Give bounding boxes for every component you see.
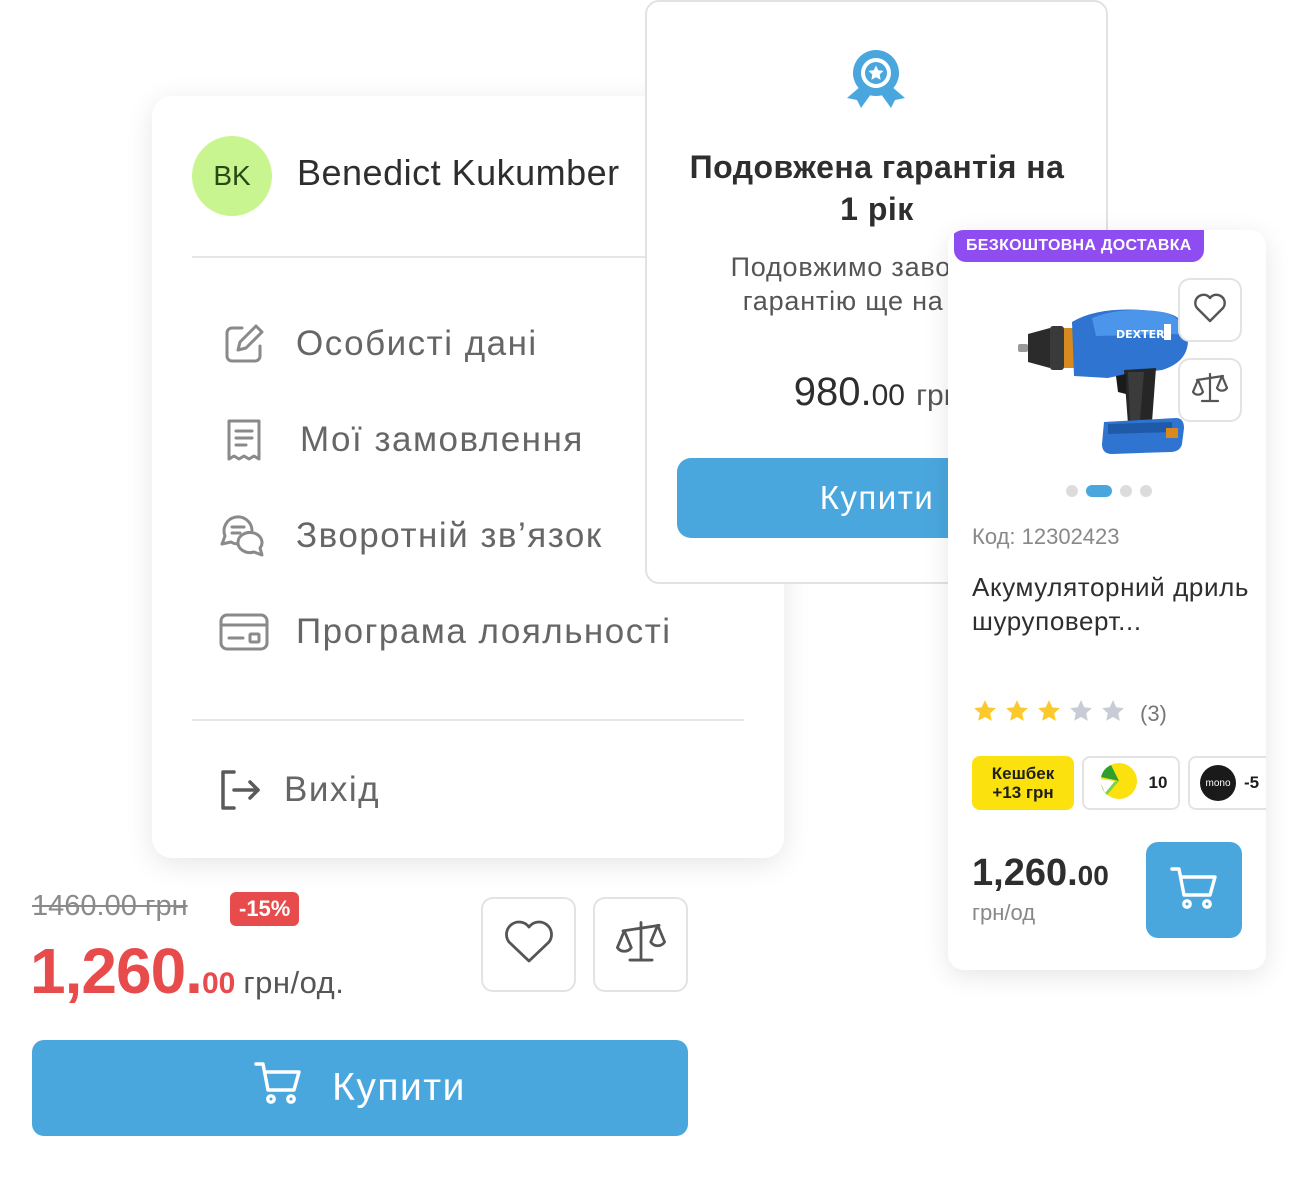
buy-button[interactable]: Купити [32, 1040, 688, 1136]
star-icon [972, 698, 998, 729]
product-code: Код: 12302423 [972, 524, 1120, 549]
product-title[interactable]: Акумуляторний дриль шуруповерт... [972, 570, 1252, 638]
menu-item-label: Зворотній зв’язок [296, 516, 603, 555]
installments-badge[interactable]: 10 [1082, 756, 1180, 810]
logout-icon [214, 764, 266, 816]
menu-item-personal-data[interactable]: Особисті дані [218, 316, 538, 372]
cart-icon [1170, 866, 1218, 915]
mono-logo: mono [1200, 765, 1236, 801]
warranty-price-cents: 00 [871, 379, 905, 412]
current-price-cents: 00 [201, 967, 236, 1000]
add-to-cart-button[interactable] [1146, 842, 1242, 938]
free-delivery-badge: БЕЗКОШТОВНА ДОСТАВКА [954, 230, 1204, 262]
divider [192, 719, 744, 721]
carousel-dot-active[interactable] [1086, 485, 1112, 497]
carousel-dot[interactable] [1140, 485, 1152, 497]
product-price-cents: 00 [1077, 860, 1109, 891]
menu-item-feedback[interactable]: Зворотній зв’язок [218, 508, 603, 564]
cashback-label: Кешбек [991, 764, 1055, 783]
mono-value: -5 [1244, 773, 1260, 792]
buy-button-label: Купити [332, 1066, 466, 1109]
star-icon [1004, 698, 1030, 729]
wishlist-button[interactable] [1178, 278, 1242, 342]
mono-installments-badge[interactable]: mono -5 [1188, 756, 1266, 810]
image-carousel-dots[interactable] [1066, 485, 1152, 497]
cashback-amount: +13 грн [992, 783, 1054, 802]
heart-icon [504, 920, 554, 969]
logout-button[interactable]: Вихід [214, 762, 380, 818]
current-price-int: 1,260. [30, 935, 203, 1007]
wishlist-button[interactable] [481, 897, 576, 992]
product-card[interactable]: БЕЗКОШТОВНА ДОСТАВКА DEXTER Код: 1230242… [948, 230, 1266, 970]
scales-icon [615, 917, 666, 972]
installments-count: 10 [1148, 773, 1168, 792]
rating-count[interactable]: (3) [1140, 701, 1167, 727]
current-price: 1,260.00 грн/од. [30, 934, 344, 1008]
product-price-unit: грн/од [972, 900, 1036, 925]
award-ribbon-icon [843, 46, 909, 112]
carousel-dot[interactable] [1066, 485, 1078, 497]
svg-text:DEXTER: DEXTER [1116, 328, 1165, 341]
menu-item-label: Мої замовлення [300, 420, 584, 459]
avatar[interactable]: BK [192, 136, 272, 216]
star-icon [1036, 698, 1062, 729]
chat-icon [218, 510, 270, 562]
current-price-unit: грн/од. [243, 965, 345, 1000]
star-empty-icon [1068, 698, 1094, 729]
compare-button[interactable] [593, 897, 688, 992]
scales-icon [1191, 370, 1229, 411]
carousel-dot[interactable] [1120, 485, 1132, 497]
card-icon [218, 606, 270, 658]
menu-item-loyalty[interactable]: Програма лояльності [218, 604, 672, 660]
user-name: Benedict Kukumber [297, 152, 620, 193]
menu-item-label: Програма лояльності [296, 612, 672, 651]
old-price: 1460.00 грн [32, 890, 188, 922]
menu-item-label: Особисті дані [296, 324, 538, 363]
pie-logo-icon [1095, 761, 1139, 806]
cashback-badge: Кешбек +13 грн [972, 756, 1074, 810]
product-price: 1,260.00 [972, 852, 1109, 895]
rating-stars: (3) [972, 698, 1167, 729]
compare-button[interactable] [1178, 358, 1242, 422]
heart-icon [1193, 293, 1227, 328]
receipt-icon [218, 414, 270, 466]
warranty-price-int: 980. [793, 370, 872, 414]
discount-badge: -15% [230, 892, 300, 926]
cordless-drill-image[interactable]: DEXTER [1012, 282, 1192, 462]
menu-item-orders[interactable]: Мої замовлення [218, 412, 584, 468]
cart-icon [254, 1060, 302, 1116]
warranty-title: Подовжена гарантія на 1 рік [689, 149, 1065, 227]
edit-icon [218, 318, 270, 370]
star-empty-icon [1100, 698, 1126, 729]
product-price-int: 1,260. [972, 852, 1078, 894]
logout-label: Вихід [284, 770, 381, 809]
